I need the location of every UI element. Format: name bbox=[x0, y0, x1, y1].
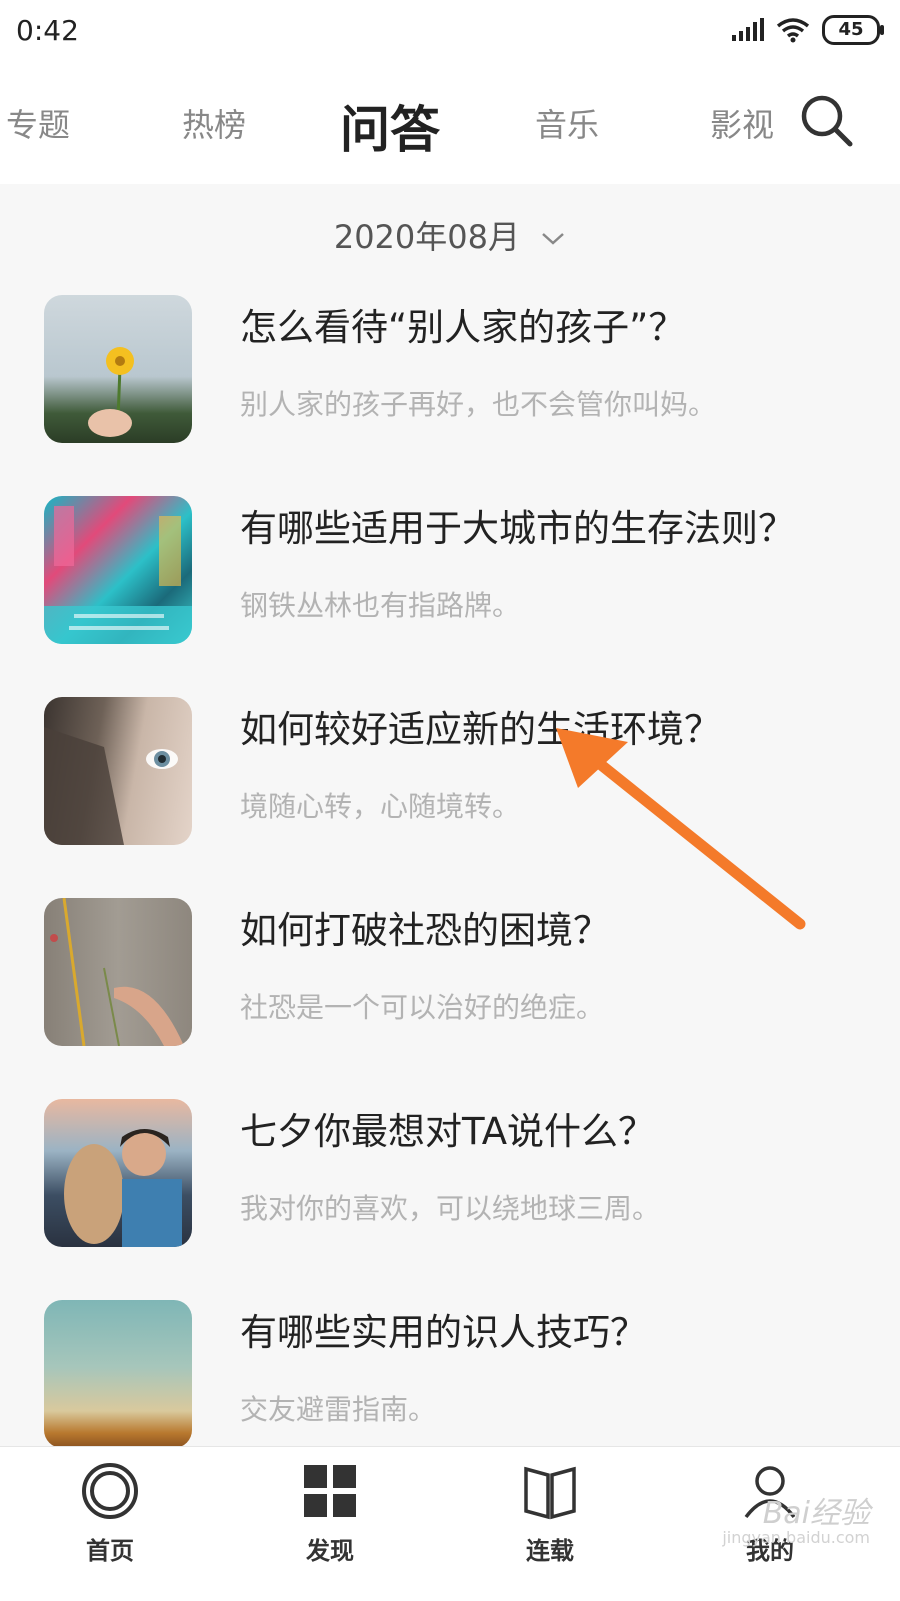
question-card[interactable]: 如何打破社恐的困境？ 社恐是一个可以治好的绝症。 bbox=[44, 898, 874, 1058]
battery-icon: 45 bbox=[822, 15, 884, 45]
date-filter-label: 2020年08月 bbox=[333, 218, 520, 256]
wifi-icon bbox=[776, 18, 810, 43]
question-subtitle: 交友避雷指南。 bbox=[240, 1393, 437, 1426]
question-card[interactable]: 怎么看待“别人家的孩子”？ 别人家的孩子再好，也不会管你叫妈。 bbox=[44, 295, 874, 455]
question-card[interactable]: 有哪些实用的识人技巧？ 交友避雷指南。 bbox=[44, 1300, 874, 1460]
status-bar: 0:42 45 bbox=[0, 0, 900, 62]
question-subtitle: 我对你的喜欢，可以绕地球三周。 bbox=[240, 1192, 661, 1225]
top-nav: 专题 热榜 问答 音乐 影视 bbox=[0, 62, 900, 184]
signal-icon bbox=[732, 18, 764, 41]
book-icon bbox=[524, 1466, 576, 1520]
tab-zhuanti[interactable]: 专题 bbox=[6, 100, 70, 146]
watermark: Bai经验 bbox=[762, 1496, 870, 1531]
tab-yinyue[interactable]: 音乐 bbox=[535, 100, 599, 146]
tab-yingshi[interactable]: 影视 bbox=[710, 100, 774, 146]
chevron-down-icon bbox=[542, 233, 565, 245]
question-subtitle: 社恐是一个可以治好的绝症。 bbox=[240, 991, 605, 1024]
question-thumbnail bbox=[44, 496, 192, 644]
bottom-nav-home[interactable]: 首页 bbox=[50, 1461, 170, 1566]
tab-wenda[interactable]: 问答 bbox=[340, 90, 440, 162]
search-button[interactable] bbox=[800, 94, 856, 150]
question-thumbnail bbox=[44, 898, 192, 1046]
question-title: 如何打破社恐的困境？ bbox=[240, 909, 610, 952]
question-card[interactable]: 如何较好适应新的生活环境？ 境随心转，心随境转。 bbox=[44, 697, 874, 857]
tab-rebang[interactable]: 热榜 bbox=[182, 100, 246, 146]
question-thumbnail bbox=[44, 1300, 192, 1448]
bottom-nav-label: 首页 bbox=[86, 1537, 134, 1565]
bottom-nav-label: 发现 bbox=[306, 1537, 354, 1565]
home-circle-icon bbox=[82, 1463, 138, 1519]
question-thumbnail bbox=[44, 295, 192, 443]
question-title: 七夕你最想对TA说什么？ bbox=[240, 1110, 656, 1153]
date-filter[interactable]: 2020年08月 bbox=[0, 212, 900, 258]
grid-icon bbox=[304, 1465, 356, 1517]
question-title: 有哪些适用于大城市的生存法则？ bbox=[240, 507, 795, 550]
question-subtitle: 钢铁丛林也有指路牌。 bbox=[240, 589, 521, 622]
status-time: 0:42 bbox=[16, 14, 79, 47]
question-subtitle: 境随心转，心随境转。 bbox=[240, 790, 521, 823]
watermark-sub: jingyan.baidu.com bbox=[722, 1528, 870, 1547]
status-icons: 45 bbox=[730, 14, 884, 46]
question-card[interactable]: 有哪些适用于大城市的生存法则？ 钢铁丛林也有指路牌。 bbox=[44, 496, 874, 656]
question-title: 如何较好适应新的生活环境？ bbox=[240, 708, 721, 751]
question-card[interactable]: 七夕你最想对TA说什么？ 我对你的喜欢，可以绕地球三周。 bbox=[44, 1099, 874, 1259]
search-icon bbox=[801, 95, 853, 147]
question-subtitle: 别人家的孩子再好，也不会管你叫妈。 bbox=[240, 388, 717, 421]
question-title: 怎么看待“别人家的孩子”？ bbox=[240, 306, 686, 349]
bottom-nav-discover[interactable]: 发现 bbox=[270, 1461, 390, 1566]
bottom-nav-serial[interactable]: 连载 bbox=[490, 1461, 610, 1566]
question-thumbnail bbox=[44, 1099, 192, 1247]
bottom-nav-label: 连载 bbox=[526, 1537, 574, 1565]
question-thumbnail bbox=[44, 697, 192, 845]
question-title: 有哪些实用的识人技巧？ bbox=[240, 1311, 647, 1354]
